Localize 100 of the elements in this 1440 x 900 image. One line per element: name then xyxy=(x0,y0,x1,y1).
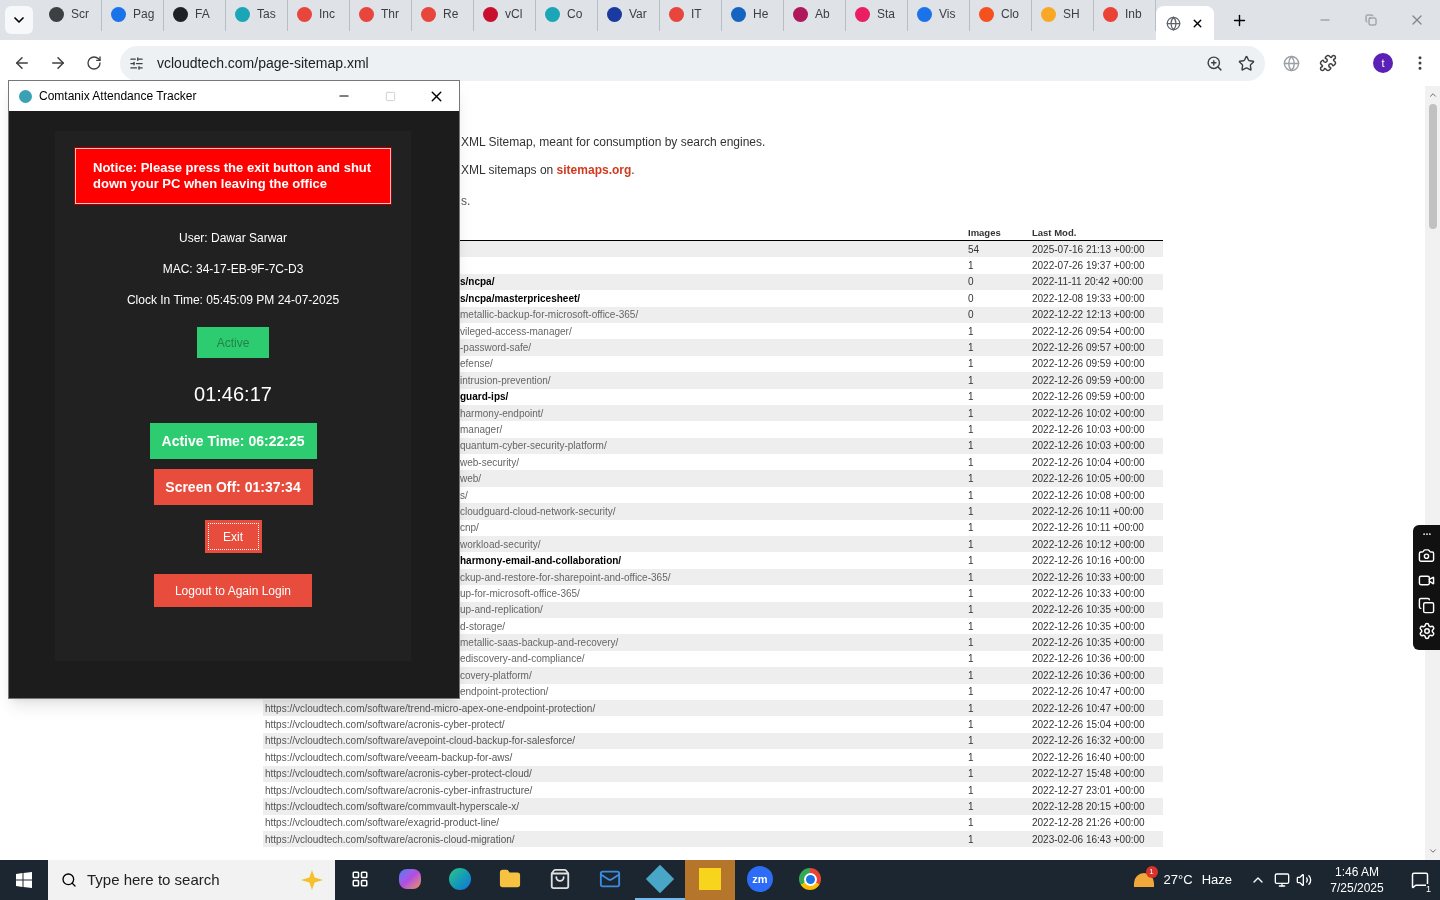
table-cell-text: 2022-12-26 10:05 +00:00 xyxy=(1032,472,1145,487)
url-cell[interactable]: up-and-replication/ xyxy=(460,604,543,616)
url-cell[interactable]: metallic-backup-for-microsoft-office-365/ xyxy=(460,309,639,321)
bookmark-star-icon[interactable] xyxy=(1238,54,1255,72)
url-cell[interactable]: harmony-endpoint/ xyxy=(460,407,544,419)
url-cell[interactable]: guard-ips/ xyxy=(460,391,509,403)
browser-tab[interactable]: He xyxy=(722,0,784,31)
browser-tab[interactable]: Inb xyxy=(1094,0,1156,31)
scroll-down-icon[interactable] xyxy=(1427,846,1438,856)
table-cell-text: 1 xyxy=(968,406,975,421)
network-icon[interactable] xyxy=(1274,872,1290,888)
folder-icon xyxy=(499,868,521,890)
table-cell-text: 1 xyxy=(968,537,975,552)
tab-search-button[interactable] xyxy=(5,6,33,34)
table-cell-text: 1 xyxy=(968,554,975,569)
url-cell[interactable]: metallic-saas-backup-and-recovery/ xyxy=(460,637,619,649)
taskbar-app[interactable]: zm xyxy=(735,860,785,900)
url-cell[interactable]: s/ncpa/masterpricesheet/ xyxy=(460,292,581,304)
url-cell[interactable]: efense/ xyxy=(460,358,493,370)
url-cell[interactable]: covery-platform/ xyxy=(460,669,532,681)
column-header: Images xyxy=(968,225,1002,240)
browser-tab[interactable]: Scr xyxy=(40,0,102,31)
url-cell[interactable]: harmony-email-and-collaboration/ xyxy=(460,555,622,567)
url-cell[interactable]: https://vcloudtech.com/software/exagrid-product-line/ xyxy=(265,817,499,829)
browser-tab[interactable]: vCl xyxy=(474,0,536,31)
url-cell[interactable]: https://vcloudtech.com/software/avepoint-cloud-backup-for-salesforce/ xyxy=(265,735,576,747)
camera-icon[interactable] xyxy=(1418,547,1435,564)
table-cell-text: 2022-12-26 10:33 +00:00 xyxy=(1032,586,1145,601)
url-cell[interactable]: s/ xyxy=(460,489,468,501)
url-cell[interactable]: https://vcloudtech.com/software/acronis-cyber-infrastructure/ xyxy=(265,784,533,796)
logout-button[interactable]: Logout to Again Login xyxy=(154,574,312,607)
browser-tab[interactable]: Clo xyxy=(970,0,1032,31)
url-cell[interactable]: https://vcloudtech.com/software/acronis-cyber-protect/ xyxy=(265,719,505,730)
url-cell[interactable]: d-storage/ xyxy=(460,620,506,632)
url-cell[interactable]: up-for-microsoft-office-365/ xyxy=(460,587,580,599)
browser-tab[interactable]: Sta xyxy=(846,0,908,31)
intro-text: s. xyxy=(460,194,472,208)
url-cell[interactable]: https://vcloudtech.com/software/veeam-backup-for-aws/ xyxy=(265,751,513,763)
url-cell[interactable]: ckup-and-restore-for-sharepoint-and-office-365/ xyxy=(460,571,671,583)
table-cell-text: 2022-12-26 10:03 +00:00 xyxy=(1032,439,1145,454)
url-cell[interactable]: cloudguard-cloud-network-security/ xyxy=(460,505,616,517)
browser-tab[interactable]: IT xyxy=(660,0,722,31)
scroll-up-icon[interactable] xyxy=(1427,90,1438,100)
url-cell[interactable]: https://vcloudtech.com/software/acronis-cloud-migration/ xyxy=(265,833,515,845)
browser-tab[interactable]: FA xyxy=(164,0,226,31)
address-bar[interactable]: vcloudtech.com/page-sitemap.xml xyxy=(120,45,1265,81)
browser-tab[interactable]: Inc xyxy=(288,0,350,31)
url-cell[interactable]: https://vcloudtech.com/software/commvault-hyperscale-x/ xyxy=(265,800,519,812)
browser-tab[interactable]: SH xyxy=(1032,0,1094,31)
table-cell-text: 0 xyxy=(968,291,975,306)
globe-icon[interactable] xyxy=(1283,54,1300,72)
browser-tab[interactable]: Var xyxy=(598,0,660,31)
url-cell[interactable]: intrusion-prevention/ xyxy=(460,374,551,386)
url-cell[interactable]: cnp/ xyxy=(460,522,479,534)
url-cell[interactable]: workload-security/ xyxy=(460,538,541,550)
table-cell-text: 1 xyxy=(968,701,975,716)
table-cell-text: 2022-07-26 19:37 +00:00 xyxy=(1032,259,1145,274)
url-cell[interactable]: https://vcloudtech.com/software/acronis-cyber-protect-cloud/ xyxy=(265,768,532,780)
zoom-icon[interactable] xyxy=(1206,54,1223,72)
tab-title: Vis xyxy=(939,6,956,23)
url-cell[interactable]: ediscovery-and-compliance/ xyxy=(460,653,585,665)
browser-tab[interactable]: Thr xyxy=(350,0,412,31)
browser-logo-icon xyxy=(799,868,821,890)
profile-avatar[interactable]: t xyxy=(1373,53,1393,73)
browser-tab[interactable]: Pag xyxy=(102,0,164,31)
url-cell[interactable]: quantum-cyber-security-platform/ xyxy=(460,440,607,452)
extensions-icon[interactable] xyxy=(1319,54,1337,72)
screen-off-button[interactable]: Screen Off: 01:37:34 xyxy=(153,469,313,505)
browser-tab[interactable]: Vis xyxy=(908,0,970,31)
exit-button[interactable]: Exit xyxy=(204,520,262,553)
weather-widget[interactable]: 1 27°C Haze xyxy=(1133,860,1240,900)
notification-count: 1 xyxy=(1426,884,1431,894)
url-cell[interactable]: endpoint-protection/ xyxy=(460,686,549,698)
browser-tab[interactable]: Tas xyxy=(226,0,288,31)
tab-title: Inb xyxy=(1125,6,1142,23)
url-cell[interactable]: s/ncpa/ xyxy=(460,276,495,288)
browser-tab[interactable] xyxy=(1156,6,1214,40)
table-cell-text: 2022-12-27 15:48 +00:00 xyxy=(1032,767,1145,782)
table-cell-text: 0 xyxy=(968,308,975,323)
search-field[interactable]: Type here to search xyxy=(48,860,335,900)
scrollbar-thumb[interactable] xyxy=(1428,104,1437,229)
notifications-button[interactable]: 1 xyxy=(1400,860,1440,900)
url-cell[interactable]: https://vcloudtech.com/software/trend-micro-apex-one-endpoint-protection/ xyxy=(265,702,596,714)
url-cell[interactable]: vileged-access-manager/ xyxy=(460,325,572,337)
table-cell-text: 2022-12-26 10:02 +00:00 xyxy=(1032,406,1145,421)
url-cell[interactable]: manager/ xyxy=(460,424,503,435)
browser-tab[interactable]: Co xyxy=(536,0,598,31)
clock[interactable]: 1:46 AM 7/25/2025 xyxy=(1322,864,1392,896)
volume-icon[interactable] xyxy=(1296,872,1312,888)
url-cell[interactable]: web/ xyxy=(460,473,482,485)
tab-title: FA xyxy=(195,6,210,23)
browser-tab[interactable]: Re xyxy=(412,0,474,31)
url-cell[interactable]: web-security/ xyxy=(460,456,519,468)
intro-text: XML Sitemap, meant for consumption by search engines. xyxy=(460,135,767,149)
url-cell[interactable]: -password-safe/ xyxy=(460,342,532,354)
forward-arrow-icon xyxy=(49,54,67,72)
swirl-icon xyxy=(399,869,421,889)
browser-tab[interactable]: Ab xyxy=(784,0,846,31)
settings-icon[interactable] xyxy=(1417,622,1436,640)
site-info-icon[interactable] xyxy=(129,55,144,71)
